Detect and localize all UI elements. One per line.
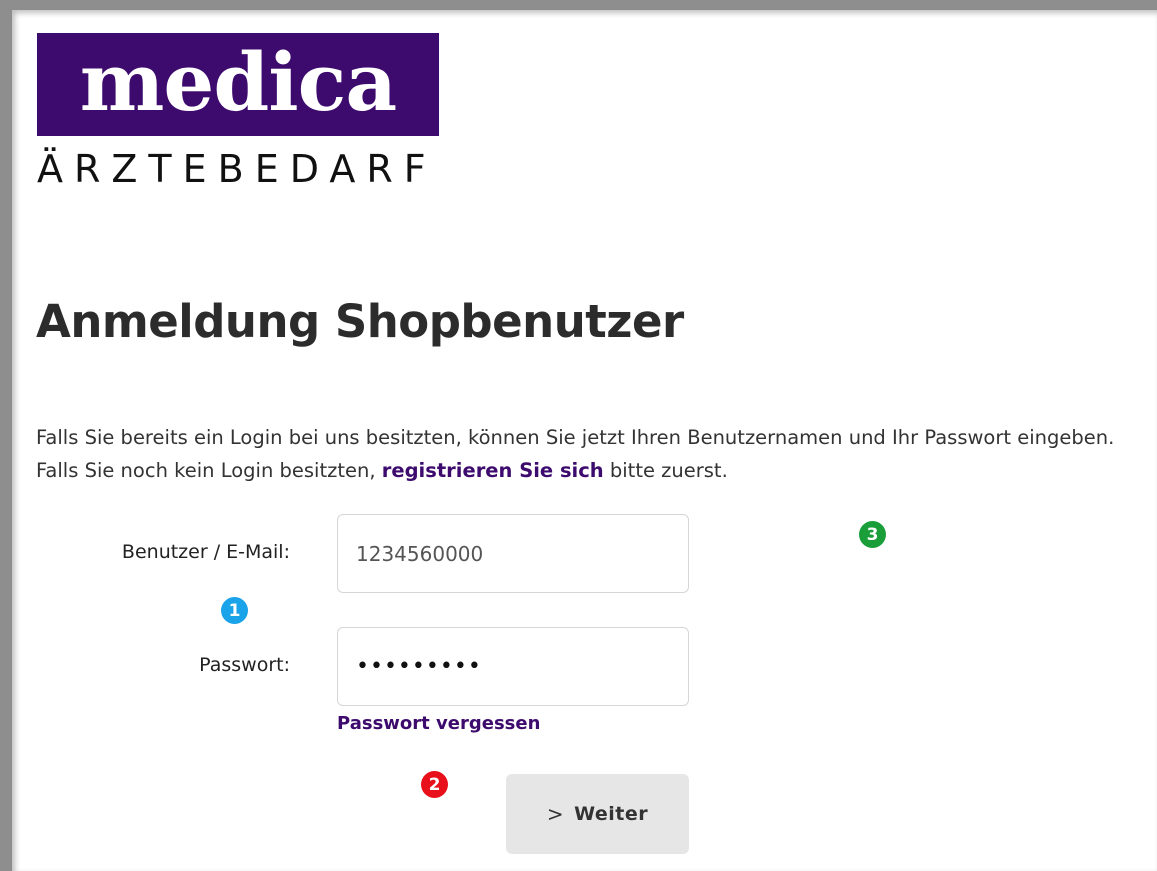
chevron-right-icon: > <box>546 802 565 826</box>
forgot-password-link[interactable]: Passwort vergessen <box>337 713 540 734</box>
badge-1-label: 1 <box>228 600 241 621</box>
register-link[interactable]: registrieren Sie sich <box>382 459 604 482</box>
badge-1: 1 <box>221 597 248 624</box>
page-title: Anmeldung Shopbenutzer <box>36 295 684 348</box>
password-input[interactable]: ••••••••• <box>337 627 689 706</box>
logo-wordmark: medica <box>79 34 397 129</box>
intro-text: Falls Sie bereits ein Login bei uns besi… <box>36 421 1156 487</box>
user-email-input[interactable]: 1234560000 <box>337 514 689 593</box>
weiter-button[interactable]: > Weiter <box>506 774 689 854</box>
logo-subtitle: ÄRZTEBEDARF <box>37 147 437 191</box>
badge-2-label: 2 <box>428 774 441 795</box>
user-label: Benutzer / E-Mail: <box>121 541 290 563</box>
password-label: Passwort: <box>199 654 290 676</box>
medica-logo[interactable]: medica <box>37 33 439 136</box>
badge-3: 3 <box>859 521 886 548</box>
intro-text-after: bitte zuerst. <box>603 459 728 482</box>
password-value: ••••••••• <box>356 654 482 679</box>
user-email-value: 1234560000 <box>356 541 484 566</box>
badge-2: 2 <box>421 771 448 798</box>
weiter-button-label: Weiter <box>574 803 649 825</box>
badge-3-label: 3 <box>866 524 879 545</box>
